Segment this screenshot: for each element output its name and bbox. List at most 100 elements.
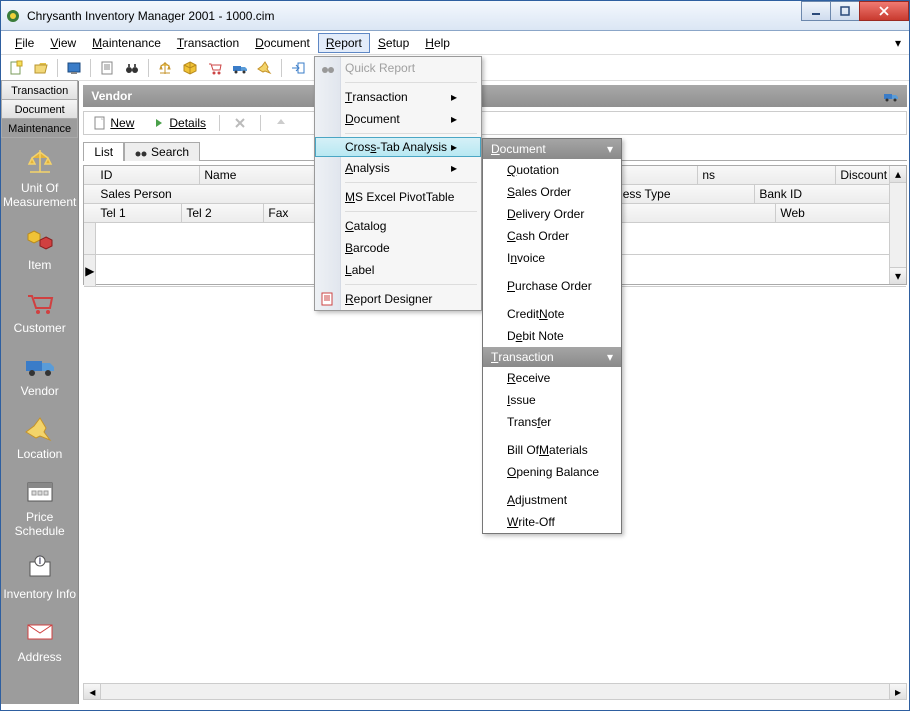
sidebar-item-location[interactable]: Location [1, 408, 78, 471]
submenu-bom[interactable]: Bill Of Materials [483, 439, 621, 461]
tb-new-icon[interactable] [5, 57, 27, 79]
sidebar-item-label: Inventory Info [3, 587, 76, 601]
svg-text:i: i [38, 554, 41, 567]
sidebar-tab-maintenance[interactable]: Maintenance [1, 118, 78, 138]
details-icon [152, 116, 166, 130]
submenu-adjustment[interactable]: Adjustment [483, 489, 621, 511]
tab-list[interactable]: List [83, 142, 124, 161]
delete-icon [233, 116, 247, 130]
vertical-scrollbar[interactable]: ▴ ▾ [889, 166, 906, 284]
tb-balance-icon[interactable] [154, 57, 176, 79]
horizontal-scrollbar[interactable]: ◂ ▸ [83, 683, 907, 700]
submenu-section-document[interactable]: Document▾ [483, 139, 621, 159]
menu-barcode[interactable]: Barcode [315, 237, 481, 259]
new-button-label: New [110, 116, 134, 130]
menu-transaction[interactable]: Transaction [169, 33, 247, 53]
col-tel2[interactable]: Tel 2 [182, 204, 264, 222]
col-tel1[interactable]: Tel 1 [96, 204, 182, 222]
scroll-left-icon[interactable]: ◂ [84, 684, 101, 699]
submenu-issue[interactable]: Issue [483, 389, 621, 411]
cart-icon [24, 288, 56, 316]
details-button[interactable]: Details [145, 113, 213, 133]
sidebar-item-inventory-info[interactable]: i Inventory Info [1, 548, 78, 611]
menu-maintenance[interactable]: Maintenance [84, 33, 169, 53]
tab-search[interactable]: Search [124, 142, 200, 161]
submenu-delivery-order[interactable]: Delivery Order [483, 203, 621, 225]
col-web[interactable]: Web [776, 204, 906, 222]
sidebar-item-item[interactable]: Item [1, 219, 78, 282]
menu-setup[interactable]: Setup [370, 33, 417, 53]
sidebar: Transaction Document Maintenance Unit Of… [1, 81, 79, 704]
titlebar: Chrysanth Inventory Manager 2001 - 1000.… [1, 1, 909, 31]
app-window: Chrysanth Inventory Manager 2001 - 1000.… [0, 0, 910, 711]
menu-report[interactable]: Report [318, 33, 370, 53]
submenu-purchase-order[interactable]: Purchase Order [483, 275, 621, 297]
delete-button[interactable] [226, 113, 254, 133]
sidebar-item-unit-of-measurement[interactable]: Unit Of Measurement [1, 142, 78, 219]
tb-doc-icon[interactable] [96, 57, 118, 79]
submenu-debit-note[interactable]: Debit Note [483, 325, 621, 347]
tb-cart-icon[interactable] [204, 57, 226, 79]
menu-view[interactable]: View [42, 33, 84, 53]
info-icon: i [24, 554, 56, 582]
menu-document[interactable]: Document [247, 33, 318, 53]
submenu-credit-note[interactable]: Credit Note [483, 303, 621, 325]
row-indicator [84, 223, 96, 254]
tb-truck-icon[interactable] [229, 57, 251, 79]
menu-crosstab-analysis[interactable]: Cross-Tab Analysis▸ [315, 137, 481, 157]
menu-report-designer[interactable]: Report Designer [315, 288, 481, 310]
submenu-transfer[interactable]: Transfer [483, 411, 621, 433]
sidebar-tab-transaction[interactable]: Transaction [1, 80, 78, 100]
tb-screen-icon[interactable] [63, 57, 85, 79]
up-button[interactable] [267, 113, 295, 133]
sidebar-item-label: Item [3, 258, 76, 272]
tb-pin-icon[interactable] [254, 57, 276, 79]
scroll-up-icon[interactable]: ▴ [890, 166, 906, 183]
scroll-right-icon[interactable]: ▸ [889, 684, 906, 699]
sidebar-tab-document[interactable]: Document [1, 99, 78, 119]
maximize-button[interactable] [830, 1, 860, 21]
tb-binoculars-icon[interactable] [121, 57, 143, 79]
col-business-type[interactable]: siness Type [603, 185, 755, 203]
tb-box-icon[interactable] [179, 57, 201, 79]
menu-document-sub[interactable]: Document▸ [315, 108, 481, 130]
sidebar-item-address[interactable]: Address [1, 611, 78, 674]
menu-transaction-sub[interactable]: Transaction▸ [315, 86, 481, 108]
details-button-label: Details [169, 116, 206, 130]
submenu-sales-order[interactable]: Sales Order [483, 181, 621, 203]
sidebar-item-label: Customer [3, 321, 76, 335]
menu-quick-report[interactable]: Quick Report [315, 57, 481, 79]
sidebar-item-customer[interactable]: Customer [1, 282, 78, 345]
envelope-icon [24, 617, 56, 645]
submenu-cash-order[interactable]: Cash Order [483, 225, 621, 247]
minimize-button[interactable] [801, 1, 831, 21]
pin-icon [24, 414, 56, 442]
submenu-quotation[interactable]: Quotation [483, 159, 621, 181]
menu-file[interactable]: File [7, 33, 42, 53]
col-ns[interactable]: ns [698, 166, 836, 184]
menu-label[interactable]: Label [315, 259, 481, 281]
menu-analysis-sub[interactable]: Analysis▸ [315, 157, 481, 179]
sidebar-item-label: Price Schedule [3, 510, 76, 538]
submenu-opening-balance[interactable]: Opening Balance [483, 461, 621, 483]
submenu-section-transaction[interactable]: Transaction▾ [483, 347, 621, 367]
menu-help[interactable]: Help [417, 33, 458, 53]
report-menu-popup: Quick Report Transaction▸ Document▸ Cros… [314, 56, 482, 311]
menu-ms-excel-pivot[interactable]: MS Excel PivotTable [315, 186, 481, 208]
close-button[interactable] [859, 1, 909, 21]
col-id[interactable]: ID [96, 166, 200, 184]
col-bank-id[interactable]: Bank ID [755, 185, 906, 203]
main-toolbar: New Details [83, 111, 907, 135]
tb-open-icon[interactable] [30, 57, 52, 79]
sidebar-item-vendor[interactable]: Vendor [1, 345, 78, 408]
sidebar-item-price-schedule[interactable]: Price Schedule [1, 471, 78, 548]
scroll-down-icon[interactable]: ▾ [890, 267, 906, 284]
tb-arrow-in-icon[interactable] [287, 57, 309, 79]
balance-icon [24, 148, 56, 176]
menu-catalog[interactable]: Catalog [315, 215, 481, 237]
submenu-invoice[interactable]: Invoice [483, 247, 621, 269]
submenu-receive[interactable]: Receive [483, 367, 621, 389]
menu-overflow-chevron[interactable]: ▾ [895, 36, 903, 50]
submenu-writeoff[interactable]: Write-Off [483, 511, 621, 533]
new-button[interactable]: New [86, 113, 141, 133]
